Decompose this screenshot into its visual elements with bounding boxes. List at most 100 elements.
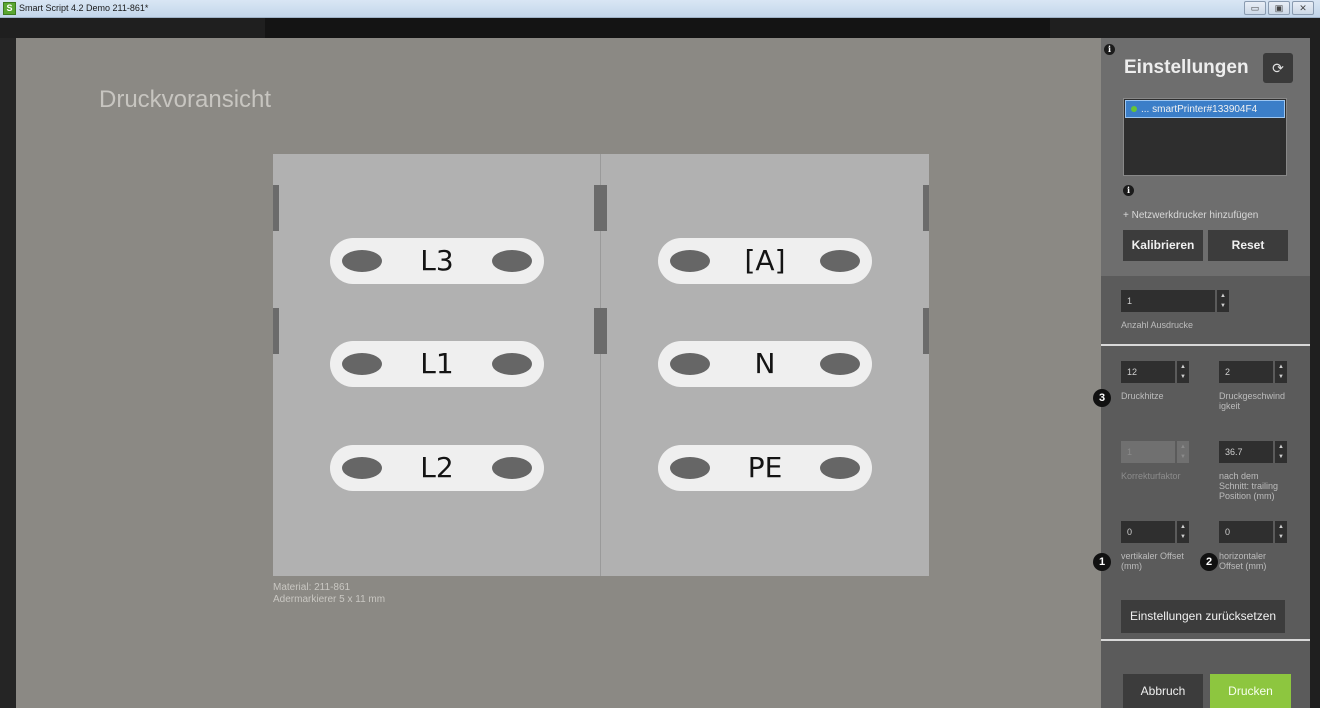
vertical-offset-label: vertikaler Offset (mm) <box>1121 551 1184 571</box>
trailing-position-label: nach dem Schnitt: trailing Position (mm) <box>1219 471 1278 501</box>
vertical-offset-field[interactable]: 0 <box>1121 521 1175 543</box>
info-icon[interactable]: i <box>1123 185 1134 196</box>
label-lobe <box>820 250 860 272</box>
background-left-edge <box>0 38 16 708</box>
stepper-arrows-icon[interactable]: ▲ ▼ <box>1177 521 1189 543</box>
label-lobe <box>670 457 710 479</box>
sheet-notch <box>923 185 929 231</box>
trailing-position-stepper[interactable]: 36.7 ▲ ▼ <box>1219 441 1287 463</box>
trailing-label-line: Schnitt: trailing <box>1219 481 1279 491</box>
correction-factor-label: Korrekturfaktor <box>1121 471 1181 481</box>
print-speed-field[interactable]: 2 <box>1219 361 1273 383</box>
stepper-arrows-icon[interactable]: ▲ ▼ <box>1217 290 1229 312</box>
label-lobe <box>342 250 382 272</box>
label-lobe <box>492 457 532 479</box>
print-heat-label: Druckhitze <box>1121 391 1164 401</box>
wire-marker-label: L2 <box>330 445 544 491</box>
horizontal-offset-label-line: Offset (mm) <box>1219 561 1267 571</box>
label-lobe <box>670 250 710 272</box>
horizontal-offset-stepper[interactable]: 0 ▲ ▼ <box>1219 521 1287 543</box>
stepper-arrows-icon[interactable]: ▲ ▼ <box>1275 441 1287 463</box>
stepper-arrows-icon[interactable]: ▲ ▼ <box>1177 361 1189 383</box>
marker-badge: 1 <box>1093 553 1111 571</box>
copies-label: Anzahl Ausdrucke <box>1121 320 1194 330</box>
sheet-notch <box>273 308 279 354</box>
correction-factor-field: 1 <box>1121 441 1175 463</box>
printer-list-item[interactable]: ... smartPrinter#133904F4 <box>1125 100 1285 118</box>
label-lobe <box>820 353 860 375</box>
label-lobe <box>492 250 532 272</box>
settings-panel: i Einstellungen ⟳ ... smartPrinter#13390… <box>1093 38 1310 708</box>
sheet-notch <box>594 185 607 231</box>
stepper-arrows-icon: ▲ ▼ <box>1177 441 1189 463</box>
vertical-offset-label-line: vertikaler Offset <box>1121 551 1184 561</box>
print-speed-label: Druckgeschwind igkeit <box>1219 391 1285 411</box>
copies-stepper[interactable]: 1 ▲ ▼ <box>1121 290 1229 312</box>
label-lobe <box>342 457 382 479</box>
horizontal-offset-field[interactable]: 0 <box>1219 521 1273 543</box>
copies-field[interactable]: 1 <box>1121 290 1215 312</box>
print-speed-label-line: igkeit <box>1219 401 1241 411</box>
status-online-icon <box>1131 106 1137 112</box>
app-icon: S <box>3 2 16 15</box>
marker-badge: 3 <box>1093 389 1111 407</box>
minimize-button[interactable]: ▭ <box>1244 1 1266 15</box>
info-icon[interactable]: i <box>1104 44 1115 55</box>
calibrate-button[interactable]: Kalibrieren <box>1123 230 1203 261</box>
marker-badge: 2 <box>1200 553 1218 571</box>
wire-marker-label: [A] <box>658 238 872 284</box>
stepper-arrows-icon[interactable]: ▲ ▼ <box>1275 521 1287 543</box>
reset-button[interactable]: Reset <box>1208 230 1288 261</box>
refresh-icon: ⟳ <box>1272 60 1284 76</box>
label-lobe <box>670 353 710 375</box>
vertical-offset-stepper[interactable]: 0 ▲ ▼ <box>1121 521 1189 543</box>
label-text: L2 <box>420 451 454 484</box>
wire-marker-label: L1 <box>330 341 544 387</box>
section-separator <box>1101 344 1310 346</box>
horizontal-offset-label: horizontaler Offset (mm) <box>1219 551 1266 571</box>
background-app-area <box>265 18 1050 40</box>
vertical-offset-label-line: (mm) <box>1121 561 1142 571</box>
print-speed-stepper[interactable]: 2 ▲ ▼ <box>1219 361 1287 383</box>
label-text: L3 <box>420 244 454 277</box>
refresh-button[interactable]: ⟳ <box>1263 53 1293 83</box>
printer-list[interactable]: ... smartPrinter#133904F4 <box>1123 98 1287 176</box>
trailing-position-field[interactable]: 36.7 <box>1219 441 1273 463</box>
label-text: [A] <box>744 244 786 277</box>
maximize-button[interactable]: ▣ <box>1268 1 1290 15</box>
label-lobe <box>820 457 860 479</box>
label-text: PE <box>747 451 783 484</box>
sheet-notch <box>923 308 929 354</box>
section-separator <box>1101 639 1310 641</box>
window-title: Smart Script 4.2 Demo 211-861* <box>19 3 149 13</box>
title-bar: S Smart Script 4.2 Demo 211-861* ▭ ▣ ✕ <box>0 0 1320 18</box>
print-button[interactable]: Drucken <box>1210 674 1291 708</box>
printer-name: ... smartPrinter#133904F4 <box>1141 104 1258 115</box>
close-button[interactable]: ✕ <box>1292 1 1314 15</box>
material-number: Material: 211-861 <box>273 582 351 593</box>
label-lobe <box>342 353 382 375</box>
print-speed-label-line: Druckgeschwind <box>1219 391 1286 401</box>
print-preview-dialog: Druckvoransicht L3 L1 L2 [A] N PE Materi… <box>16 38 1101 708</box>
wire-marker-label: N <box>658 341 872 387</box>
cancel-button[interactable]: Abbruch <box>1123 674 1203 708</box>
label-sheet-preview: L3 L1 L2 [A] N PE <box>273 154 929 576</box>
label-text: N <box>754 347 776 380</box>
reset-settings-button[interactable]: Einstellungen zurücksetzen <box>1121 600 1285 633</box>
sheet-notch <box>273 185 279 231</box>
correction-factor-stepper: 1 ▲ ▼ <box>1121 441 1189 463</box>
material-info: Material: 211-861 Adermarkierer 5 x 11 m… <box>273 582 385 606</box>
print-heat-field[interactable]: 12 <box>1121 361 1175 383</box>
window-controls: ▭ ▣ ✕ <box>1244 1 1314 15</box>
print-heat-stepper[interactable]: 12 ▲ ▼ <box>1121 361 1189 383</box>
stepper-arrows-icon[interactable]: ▲ ▼ <box>1275 361 1287 383</box>
label-text: L1 <box>420 347 454 380</box>
add-network-printer-link[interactable]: + Netzwerkdrucker hinzufügen <box>1123 210 1258 221</box>
trailing-label-line: nach dem <box>1219 471 1259 481</box>
wire-marker-label: PE <box>658 445 872 491</box>
trailing-label-line: Position (mm) <box>1219 491 1275 501</box>
horizontal-offset-label-line: horizontaler <box>1219 551 1267 561</box>
background-app-strip <box>0 18 1320 40</box>
label-lobe <box>492 353 532 375</box>
settings-title: Einstellungen <box>1124 57 1249 78</box>
